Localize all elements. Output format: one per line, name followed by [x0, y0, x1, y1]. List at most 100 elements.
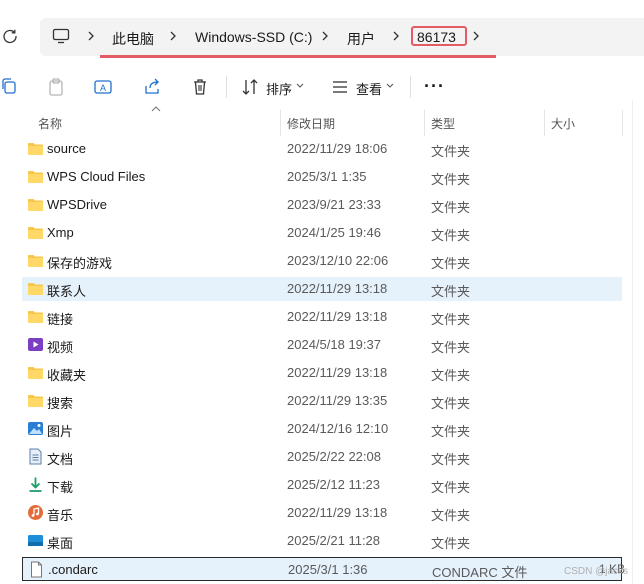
- file-name[interactable]: 文档: [47, 449, 73, 468]
- breadcrumb-item-users[interactable]: 用户: [347, 29, 375, 49]
- file-type: 文件夹: [431, 312, 471, 327]
- highlight-underline: [100, 55, 496, 58]
- file-name[interactable]: 图片: [47, 421, 73, 440]
- chevron-down-icon[interactable]: [386, 83, 394, 89]
- file-name[interactable]: 链接: [47, 309, 73, 328]
- file-modified: 2022/11/29 13:18: [287, 309, 388, 324]
- file-name[interactable]: 音乐: [47, 505, 73, 524]
- chevron-right-icon[interactable]: [320, 30, 330, 42]
- file-type: 文件夹: [431, 200, 471, 215]
- file-type: 文件夹: [431, 228, 471, 243]
- file-name[interactable]: 联系人: [47, 281, 86, 300]
- file-row[interactable]: WPSDrive 2023/9/21 23:33 文件夹: [22, 193, 622, 217]
- delete-icon[interactable]: [190, 77, 210, 97]
- file-row[interactable]: 搜索 2022/11/29 13:35 文件夹: [22, 389, 622, 413]
- file-row[interactable]: 图片 2024/12/16 12:10 文件夹: [22, 417, 622, 441]
- file-modified: 2022/11/29 18:06: [287, 141, 388, 156]
- more-options-button[interactable]: ···: [424, 76, 445, 97]
- column-header-size[interactable]: 大小: [551, 115, 575, 139]
- file-modified: 2022/11/29 13:18: [287, 281, 388, 296]
- chevron-right-icon[interactable]: [86, 30, 96, 42]
- file-type: 文件夹: [431, 144, 471, 159]
- computer-icon: [52, 28, 70, 44]
- file-row[interactable]: 音乐 2022/11/29 13:18 文件夹: [22, 501, 622, 525]
- folder-icon: [27, 308, 44, 325]
- sort-ascending-icon: [151, 106, 161, 112]
- file-row[interactable]: 下载 2025/2/12 11:23 文件夹: [22, 473, 622, 497]
- desktop-folder-icon: [27, 532, 44, 549]
- file-modified: 2024/1/25 19:46: [287, 225, 381, 240]
- file-modified: 2022/11/29 13:18: [287, 505, 388, 520]
- share-icon[interactable]: [142, 77, 162, 97]
- file-type: 文件夹: [431, 172, 471, 187]
- sort-icon[interactable]: [240, 77, 260, 97]
- address-row: 此电脑 Windows-SSD (C:) 用户 86173: [0, 0, 644, 74]
- file-modified: 2024/5/18 19:37: [287, 337, 381, 352]
- view-button[interactable]: 查看: [356, 79, 382, 98]
- rename-icon[interactable]: A: [93, 77, 113, 97]
- file-type: 文件夹: [431, 480, 471, 495]
- highlight-box: [411, 26, 467, 46]
- breadcrumb-item-drive[interactable]: Windows-SSD (C:): [195, 29, 312, 45]
- file-modified: 2025/2/21 11:28: [287, 533, 381, 548]
- watermark: CSDN @jacks: [564, 566, 629, 577]
- file-name[interactable]: 搜索: [47, 393, 73, 412]
- file-type: 文件夹: [431, 452, 471, 467]
- file-row[interactable]: 链接 2022/11/29 13:18 文件夹: [22, 305, 622, 329]
- column-header-name[interactable]: 名称: [38, 115, 62, 139]
- file-name[interactable]: 下载: [47, 477, 73, 496]
- file-name[interactable]: 收藏夹: [47, 365, 86, 384]
- file-row[interactable]: 收藏夹 2022/11/29 13:18 文件夹: [22, 361, 622, 385]
- file-modified: 2025/2/22 22:08: [287, 449, 381, 464]
- copy-icon[interactable]: [0, 77, 20, 97]
- chevron-down-icon[interactable]: [296, 83, 304, 89]
- file-name[interactable]: 保存的游戏: [47, 253, 112, 272]
- file-name[interactable]: source: [47, 141, 86, 156]
- file-row[interactable]: source 2022/11/29 18:06 文件夹: [22, 137, 622, 161]
- file-modified: 2022/11/29 13:18: [287, 365, 388, 380]
- documents-folder-icon: [27, 448, 44, 465]
- column-divider[interactable]: [424, 110, 425, 136]
- file-row[interactable]: 联系人 2022/11/29 13:18 文件夹: [22, 277, 622, 301]
- column-divider[interactable]: [280, 110, 281, 136]
- file-row[interactable]: 视频 2024/5/18 19:37 文件夹: [22, 333, 622, 357]
- folder-icon: [27, 224, 44, 241]
- column-header-type[interactable]: 类型: [431, 115, 455, 139]
- file-type: 文件夹: [431, 424, 471, 439]
- music-folder-icon: [27, 504, 44, 521]
- file-row[interactable]: 保存的游戏 2023/12/10 22:06 文件夹: [22, 249, 622, 273]
- file-row[interactable]: WPS Cloud Files 2025/3/1 1:35 文件夹: [22, 165, 622, 189]
- column-divider[interactable]: [544, 110, 545, 136]
- file-modified: 2023/9/21 23:33: [287, 197, 381, 212]
- pictures-folder-icon: [27, 420, 44, 437]
- toolbar-separator: [226, 76, 227, 98]
- refresh-icon[interactable]: [2, 28, 18, 44]
- file-type: 文件夹: [431, 340, 471, 355]
- file-type: 文件夹: [431, 536, 471, 551]
- file-row[interactable]: .condarc 2025/3/1 1:36 CONDARC 文件 1 KB: [22, 557, 625, 581]
- chevron-right-icon[interactable]: [391, 30, 401, 42]
- file-row[interactable]: 文档 2025/2/22 22:08 文件夹: [22, 445, 622, 469]
- sort-button[interactable]: 排序: [266, 79, 292, 98]
- column-header-modified[interactable]: 修改日期: [287, 115, 335, 139]
- file-name[interactable]: 桌面: [47, 533, 73, 552]
- file-name[interactable]: .condarc: [48, 562, 98, 577]
- file-name[interactable]: WPSDrive: [47, 197, 107, 212]
- folder-icon: [27, 196, 44, 213]
- file-name[interactable]: 视频: [47, 337, 73, 356]
- videos-folder-icon: [27, 336, 44, 353]
- file-name[interactable]: WPS Cloud Files: [47, 169, 145, 184]
- file-name[interactable]: Xmp: [47, 225, 74, 240]
- scrollbar-track[interactable]: [632, 100, 633, 584]
- view-icon[interactable]: [330, 77, 350, 97]
- file-modified: 2022/11/29 13:35: [287, 393, 388, 408]
- column-divider[interactable]: [622, 110, 623, 136]
- file-modified: 2025/3/1 1:35: [287, 169, 367, 184]
- breadcrumb-item-this-pc[interactable]: 此电脑: [112, 29, 154, 49]
- chevron-right-icon[interactable]: [168, 30, 178, 42]
- file-modified: 2025/3/1 1:36: [288, 562, 368, 577]
- file-row[interactable]: Xmp 2024/1/25 19:46 文件夹: [22, 221, 622, 245]
- file-row[interactable]: 桌面 2025/2/21 11:28 文件夹: [22, 529, 622, 553]
- paste-icon[interactable]: [46, 77, 66, 97]
- chevron-right-icon[interactable]: [471, 30, 481, 42]
